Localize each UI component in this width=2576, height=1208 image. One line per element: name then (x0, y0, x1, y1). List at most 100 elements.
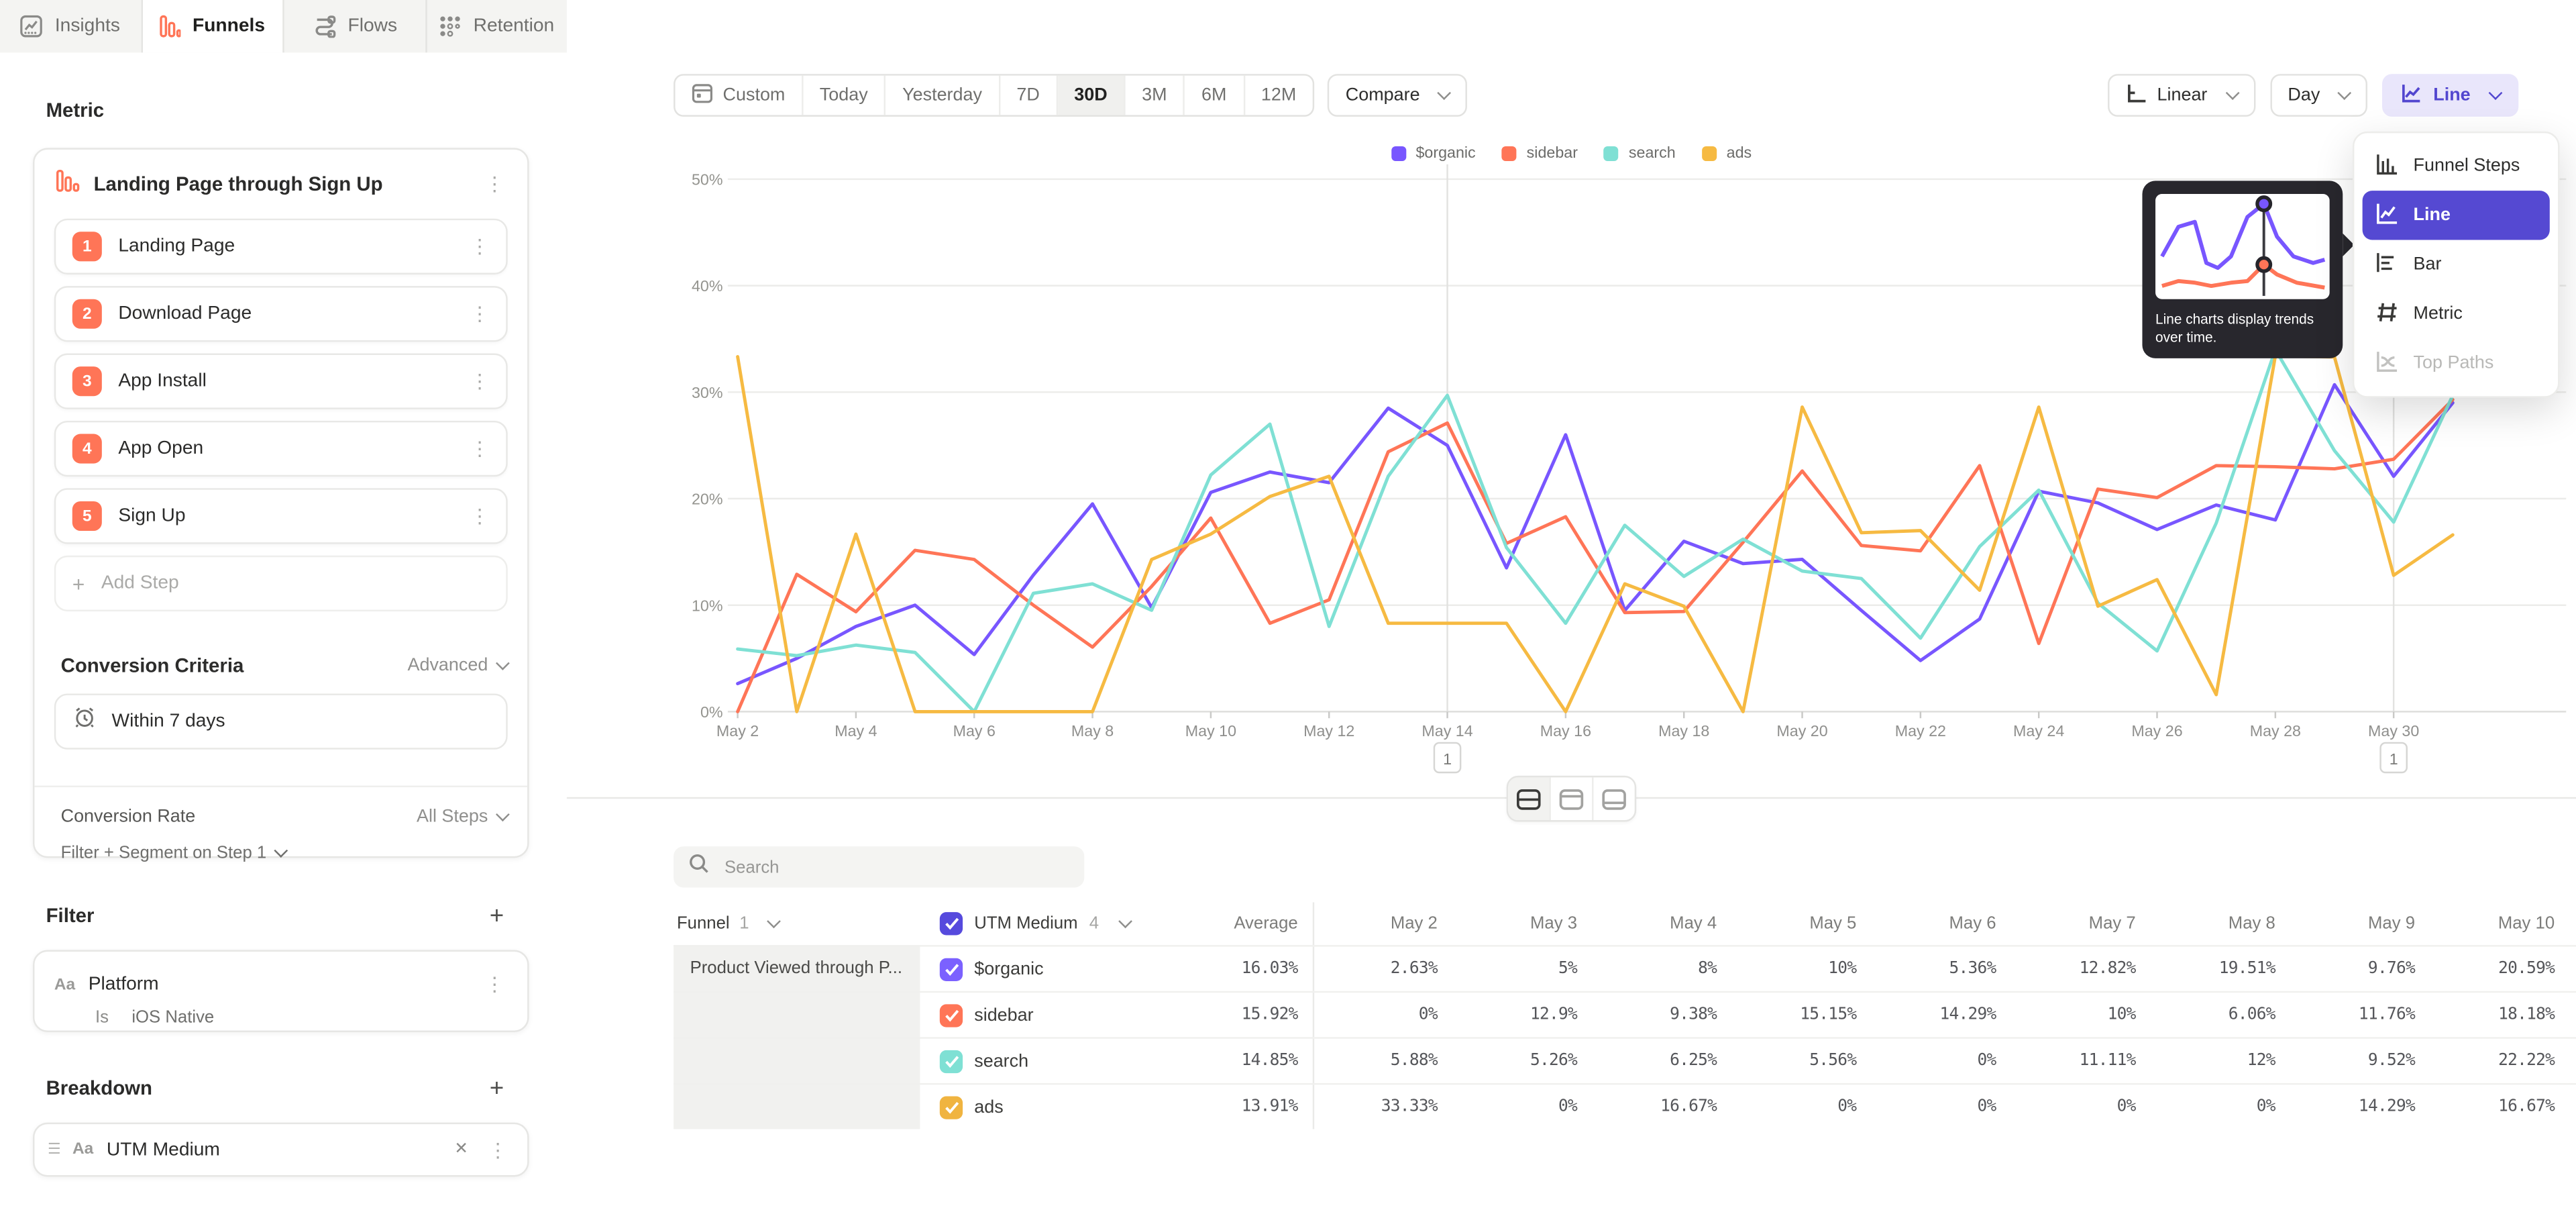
table-row-sidebar[interactable]: sidebar15.92%0%12.9%9.38%15.15%14.29%10%… (674, 991, 2576, 1038)
funnel-step-3[interactable]: 3App Install⋮ (54, 354, 508, 409)
tab-label: Funnels (193, 16, 265, 36)
row-checkbox[interactable] (940, 1095, 963, 1118)
day-column-header[interactable]: May 10 (2431, 914, 2571, 934)
legend-item-organic[interactable]: $organic (1391, 145, 1476, 163)
table-row-organic[interactable]: $organic16.03%2.63%5%8%10%5.36%12.82%19.… (674, 945, 2576, 991)
row-day-value: 6.25% (1594, 1052, 1733, 1070)
menu-item-metric[interactable]: Metric (2363, 289, 2550, 338)
filter-card[interactable]: Aa Platform ⋮ Is iOS Native (33, 950, 529, 1032)
legend-item-ads[interactable]: ads (1702, 145, 1752, 163)
menu-item-bar[interactable]: Bar (2363, 240, 2550, 289)
svg-text:40%: 40% (692, 277, 723, 295)
remove-breakdown-icon[interactable]: ✕ (451, 1138, 472, 1162)
add-breakdown-button[interactable]: + (490, 1075, 504, 1103)
funnel-step-4[interactable]: 4App Open⋮ (54, 421, 508, 476)
table-row-ads[interactable]: ads13.91%33.33%0%16.67%0%0%0%0%14.29%16.… (674, 1083, 2576, 1129)
compare-button[interactable]: Compare (1328, 74, 1468, 117)
chart-only-toggle[interactable] (1551, 777, 1594, 820)
filter-operator[interactable]: Is (95, 1007, 109, 1027)
range-label: 12M (1261, 85, 1296, 105)
day-column-header[interactable]: May 9 (2292, 914, 2431, 934)
tab-flows[interactable]: Flows (284, 0, 427, 52)
range-yesterday[interactable]: Yesterday (886, 76, 1000, 115)
tab-funnels[interactable]: Funnels (142, 0, 284, 52)
conversion-window-button[interactable]: Within 7 days (54, 693, 508, 749)
funnel-step-1[interactable]: 1Landing Page⋮ (54, 219, 508, 274)
svg-text:20%: 20% (692, 491, 723, 508)
step-label: Landing Page (118, 237, 450, 256)
metric-title: Landing Page through Sign Up (94, 172, 468, 195)
split-view-toggle[interactable] (1508, 777, 1551, 820)
breakdown-column-header[interactable]: UTM Medium 4 (920, 912, 1166, 935)
chevron-down-icon (2225, 86, 2239, 100)
table-only-toggle[interactable] (1594, 777, 1635, 820)
chart-type-dropdown[interactable]: Line (2382, 74, 2518, 117)
range-30d[interactable]: 30D (1058, 76, 1126, 115)
step-kebab-icon[interactable]: ⋮ (467, 503, 493, 529)
filter-segment-toggle[interactable]: Filter + Segment on Step 1 (61, 843, 508, 862)
row-checkbox[interactable] (940, 958, 963, 980)
step-kebab-icon[interactable]: ⋮ (467, 301, 493, 327)
drag-handle-icon[interactable]: ☰ (48, 1141, 59, 1159)
step-label: Sign Up (118, 506, 450, 525)
average-column-header[interactable]: Average (1167, 902, 1314, 945)
table-search[interactable] (674, 846, 1084, 887)
range-7d[interactable]: 7D (1000, 76, 1058, 115)
row-checkbox[interactable] (940, 1050, 963, 1072)
row-day-value: 0% (2012, 1098, 2152, 1116)
select-all-checkbox[interactable] (940, 912, 963, 935)
table-row-search[interactable]: search14.85%5.88%5.26%6.25%5.56%0%11.11%… (674, 1037, 2576, 1083)
range-label: 6M (1201, 85, 1226, 105)
breakdown-kebab-icon[interactable]: ⋮ (484, 1136, 511, 1162)
step-kebab-icon[interactable]: ⋮ (467, 234, 493, 260)
day-column-header[interactable]: May 5 (1733, 914, 1873, 934)
tab-insights[interactable]: Insights (0, 0, 142, 52)
day-column-header[interactable]: May 2 (1314, 914, 1454, 934)
add-step-button[interactable]: + Add Step (54, 556, 508, 611)
legend-item-sidebar[interactable]: sidebar (1502, 145, 1578, 163)
day-column-header[interactable]: May 7 (2012, 914, 2152, 934)
metric-card: Landing Page through Sign Up ⋮ 1Landing … (33, 148, 529, 858)
row-checkbox[interactable] (940, 1003, 963, 1026)
range-12m[interactable]: 12M (1244, 76, 1312, 115)
day-column-header[interactable]: May 6 (1873, 914, 2012, 934)
step-kebab-icon[interactable]: ⋮ (467, 368, 493, 395)
granularity-dropdown[interactable]: Day (2269, 74, 2367, 117)
row-average: 16.03% (1167, 947, 1314, 991)
range-6m[interactable]: 6M (1185, 76, 1245, 115)
calendar-icon (692, 82, 713, 108)
metric-kebab-icon[interactable]: ⋮ (482, 171, 508, 197)
row-day-value: 9.76% (2292, 960, 2431, 978)
legend-label: $organic (1415, 145, 1475, 163)
filter-value[interactable]: iOS Native (131, 1007, 214, 1027)
breakdown-card[interactable]: ☰ Aa UTM Medium ✕ ⋮ (33, 1123, 529, 1177)
scale-dropdown[interactable]: Linear (2108, 74, 2255, 117)
step-kebab-icon[interactable]: ⋮ (467, 436, 493, 462)
funnel-step-5[interactable]: 5Sign Up⋮ (54, 488, 508, 544)
range-3m[interactable]: 3M (1126, 76, 1185, 115)
svg-text:0%: 0% (700, 703, 723, 721)
day-column-header[interactable]: May 4 (1594, 914, 1733, 934)
table-header-row: Funnel 1 UTM Medium 4 Average May 2May 3… (674, 902, 2576, 945)
funnel-column-header[interactable]: Funnel 1 (674, 914, 920, 934)
all-steps-dropdown[interactable]: All Steps (417, 807, 508, 826)
range-custom[interactable]: Custom (676, 76, 804, 115)
funnel-step-2[interactable]: 2Download Page⋮ (54, 286, 508, 342)
row-day-value: 2.63% (1314, 960, 1454, 978)
filter-kebab-icon[interactable]: ⋮ (482, 971, 508, 997)
day-column-header[interactable]: May 3 (1454, 914, 1593, 934)
legend-label: sidebar (1527, 145, 1578, 163)
menu-item-funnel-steps[interactable]: Funnel Steps (2363, 142, 2550, 191)
tab-retention[interactable]: Retention (427, 0, 567, 52)
menu-item-line[interactable]: Line (2363, 191, 2550, 240)
chevron-down-icon (2488, 86, 2502, 100)
legend-item-search[interactable]: search (1604, 145, 1676, 163)
scale-label: Linear (2157, 85, 2208, 105)
add-filter-button[interactable]: + (490, 902, 504, 930)
range-today[interactable]: Today (803, 76, 885, 115)
advanced-dropdown[interactable]: Advanced (408, 656, 508, 675)
range-label: 30D (1074, 85, 1107, 105)
search-input[interactable] (721, 856, 1069, 878)
day-column-header[interactable]: May 8 (2152, 914, 2292, 934)
funnels-icon (160, 15, 181, 38)
